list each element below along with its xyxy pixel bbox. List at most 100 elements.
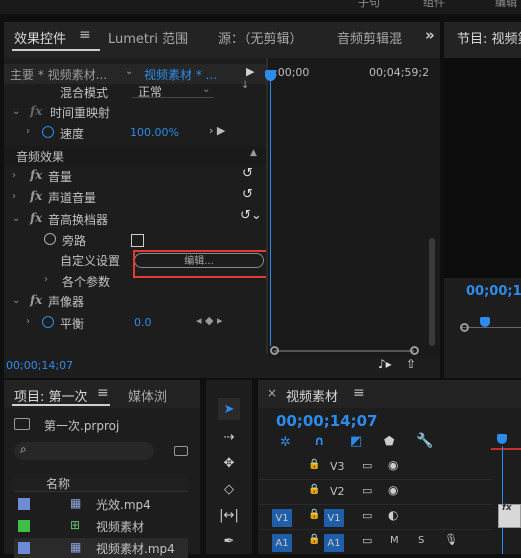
program-playhead-icon[interactable] [480, 317, 490, 327]
mute-button[interactable]: M [390, 535, 399, 546]
blend-mode-reset-icon[interactable]: ↓ [241, 80, 249, 91]
zoom-bar[interactable] [270, 346, 420, 356]
track-target-a1[interactable]: A1 [324, 534, 344, 552]
params-expand-icon[interactable]: › [44, 274, 48, 285]
clip-selector[interactable]: 视频素材 * ... [144, 66, 217, 83]
current-timecode[interactable]: 00;00;14;07 [6, 359, 73, 372]
sync-lock-icon[interactable]: ▭ [362, 459, 372, 472]
new-bin-icon[interactable] [174, 446, 188, 456]
ripple-edit-tool-icon[interactable]: ✥ [218, 452, 240, 474]
bypass-checkbox[interactable] [131, 234, 144, 247]
playhead-handle-icon[interactable] [265, 70, 276, 81]
play-audio-icon[interactable]: ♪▸ [378, 357, 392, 371]
speed-stopwatch-icon[interactable] [42, 126, 54, 138]
track-select-tool-icon[interactable]: ⇢ [218, 426, 240, 448]
top-strip-item-3[interactable]: 编辑 [495, 0, 517, 10]
track-target-v1[interactable]: V1 [324, 509, 344, 527]
name-column-header[interactable]: 名称 [14, 474, 188, 492]
lock-icon[interactable]: 🔒 [308, 534, 320, 545]
time-remap-expand-icon[interactable]: ⌄ [12, 106, 20, 117]
bypass-stopwatch-icon[interactable] [44, 233, 56, 245]
timeline-timecode[interactable]: 00;00;14;07 [276, 412, 378, 430]
timeline-title[interactable]: 视频素材 [286, 386, 338, 405]
eye-icon[interactable]: ◉ [388, 483, 398, 497]
project-menu-icon[interactable]: ≡ [97, 385, 109, 401]
eye-icon[interactable]: ◉ [388, 458, 398, 472]
panner-collapse-icon[interactable]: ⌄ [12, 295, 20, 306]
speed-keyframe-nav-icon[interactable]: › ▶ [209, 124, 225, 137]
balance-expand-icon[interactable]: › [26, 316, 30, 327]
channel-volume-expand-icon[interactable]: › [12, 191, 16, 202]
sync-lock-icon[interactable]: ▭ [362, 484, 372, 497]
project-search-input[interactable]: ⌕ [14, 442, 154, 460]
add-marker-icon[interactable]: ⬟ [384, 434, 394, 448]
voiceover-mic-icon[interactable]: 🎙 [444, 533, 458, 546]
pitch-shifter-reset-icon[interactable]: ↺⌄ [240, 208, 262, 223]
tab-source[interactable]: 源：（无剪辑） [218, 28, 303, 47]
selection-tool-icon[interactable]: ➤ [218, 398, 240, 420]
eye-icon[interactable]: ◐ [388, 508, 398, 522]
timeline-playhead-icon[interactable] [497, 434, 507, 444]
speed-value[interactable]: 100.00% [130, 126, 179, 139]
balance-stopwatch-icon[interactable] [42, 316, 54, 328]
program-scrub-bar[interactable] [460, 317, 521, 335]
channel-volume-reset-icon[interactable]: ↺ [242, 187, 253, 202]
top-strip-item-2[interactable]: 组件 [423, 0, 445, 10]
tab-effect-controls[interactable]: 效果控件 [14, 28, 66, 47]
track-name[interactable]: V3 [330, 460, 345, 473]
zoom-handle-left[interactable] [270, 346, 279, 355]
tab-project[interactable]: 项目: 第一次 [14, 386, 88, 405]
program-timecode[interactable]: 00;00;14 [466, 284, 521, 299]
volume-expand-icon[interactable]: › [12, 170, 16, 181]
effect-controls-menu-icon[interactable]: ≡ [79, 27, 91, 43]
timeline-menu-icon[interactable]: ≡ [353, 385, 365, 401]
pitch-shifter-collapse-icon[interactable]: ⌄ [12, 213, 20, 224]
pen-tool-icon[interactable]: ✒ [218, 530, 240, 552]
tab-lumetri-scopes[interactable]: Lumetri 范围 [108, 28, 188, 47]
clip-dropdown-chevron-icon[interactable]: ⌄ [125, 66, 133, 77]
linked-selection-icon[interactable]: ◩ [350, 434, 362, 449]
pitch-shifter-fx-icon[interactable]: fx [30, 211, 42, 225]
balance-value[interactable]: 0.0 [134, 316, 152, 329]
solo-button[interactable]: S [418, 535, 424, 546]
source-patch-a1[interactable]: A1 [272, 534, 292, 552]
panner-fx-icon[interactable]: fx [30, 293, 42, 307]
source-patch-v1[interactable]: V1 [272, 509, 292, 527]
zoom-handle-right[interactable] [410, 346, 419, 355]
settings-wrench-icon[interactable]: 🔧 [416, 433, 433, 449]
keyframe-v-scrollbar[interactable] [429, 238, 435, 346]
tab-media-browser[interactable]: 媒体浏 [128, 386, 167, 405]
volume-fx-icon[interactable]: fx [30, 168, 42, 182]
timeline-close-icon[interactable]: × [267, 386, 277, 400]
list-item[interactable]: ▦ 视频素材.mp4 [14, 538, 188, 558]
track-name[interactable]: V2 [330, 485, 345, 498]
list-item[interactable]: ⊞ 视频素材 [14, 516, 188, 536]
speed-expand-icon[interactable]: › [26, 126, 30, 137]
snap-icon[interactable]: ∩ [314, 434, 325, 449]
lock-icon[interactable]: 🔒 [308, 509, 320, 520]
nest-icon[interactable]: ✲ [280, 435, 291, 450]
lock-icon[interactable]: 🔒 [308, 484, 320, 495]
slip-tool-icon[interactable]: |↔| [218, 504, 240, 526]
blend-mode-select[interactable]: 正常 ⌄ [132, 84, 214, 99]
collapse-section-icon[interactable]: ▲ [250, 148, 257, 158]
program-monitor-title[interactable]: 节目: 视频第 [457, 28, 521, 47]
volume-reset-icon[interactable]: ↺ [242, 166, 253, 181]
time-remap-fx-icon[interactable]: fx [30, 104, 42, 118]
tab-audio-clip-mixer[interactable]: 音频剪辑混 [337, 28, 402, 47]
balance-keyframe-nav-icon[interactable]: ◂ ◆ ▸ [196, 314, 223, 327]
lock-icon[interactable]: 🔒 [308, 459, 320, 470]
list-item[interactable]: ▦ 光效.mp4 [14, 494, 188, 514]
export-icon[interactable]: ⇧ [406, 357, 416, 371]
timeline-clip[interactable]: fx [498, 503, 521, 528]
sync-lock-icon[interactable]: ▭ [362, 534, 372, 547]
timeline-ruler[interactable] [491, 424, 521, 450]
sync-lock-icon[interactable]: ▭ [362, 509, 372, 522]
channel-volume-fx-icon[interactable]: fx [30, 189, 42, 203]
top-strip-item-1[interactable]: 子句 [358, 0, 380, 10]
razor-tool-icon[interactable]: ◇ [218, 478, 240, 500]
tabs-overflow-icon[interactable]: » [425, 26, 435, 44]
master-clip-label[interactable]: 主要 * 视频素材... [10, 66, 107, 83]
program-zoom-handle[interactable] [460, 323, 469, 332]
clip-nav-arrow-icon[interactable]: ▶ [246, 65, 254, 78]
